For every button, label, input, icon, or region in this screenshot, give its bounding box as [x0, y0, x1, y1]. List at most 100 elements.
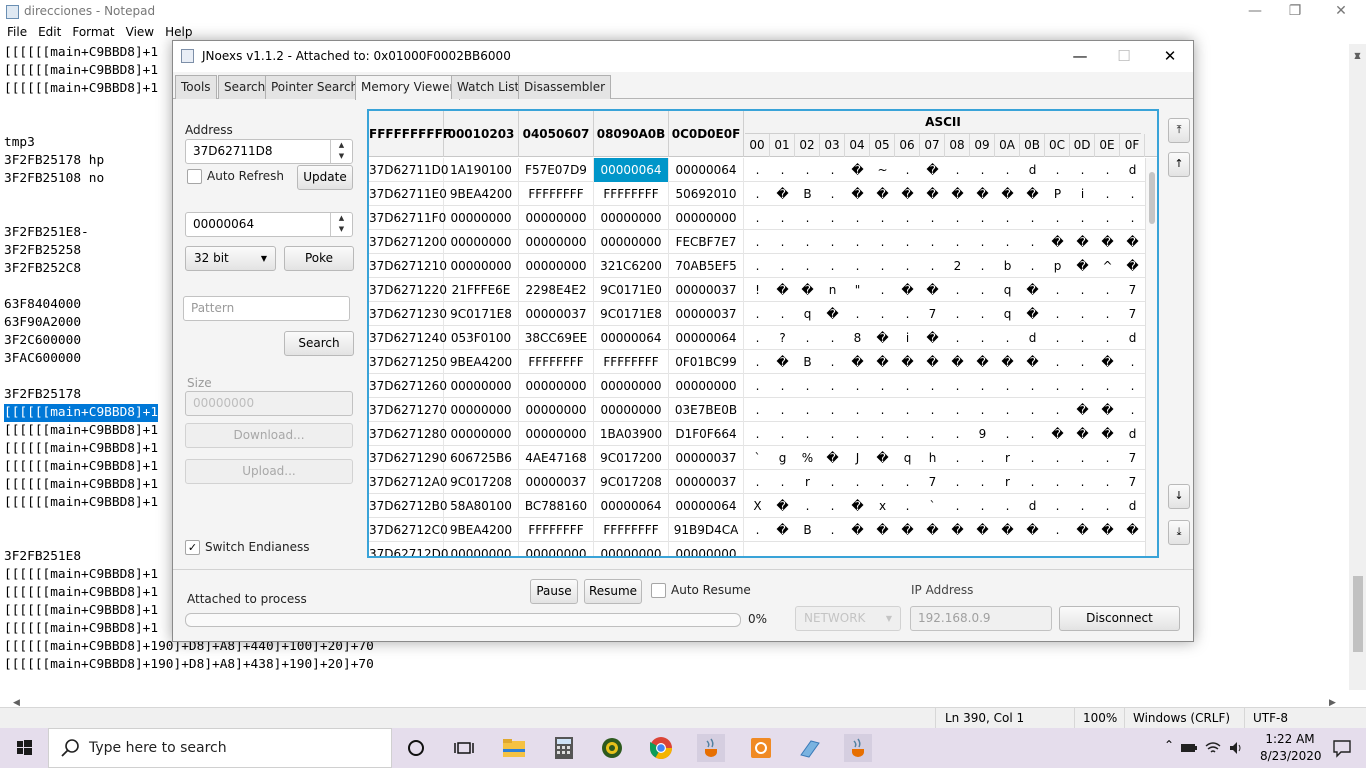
- jnoexs-maximize-button[interactable]: ☐: [1101, 41, 1147, 72]
- hex-cell[interactable]: 1A190100: [444, 158, 519, 182]
- page-up-button[interactable]: ↑: [1168, 152, 1190, 177]
- hex-cell[interactable]: 00000037: [669, 446, 744, 470]
- hex-cell[interactable]: 00000000: [519, 398, 594, 422]
- hex-cell[interactable]: D1F0F664: [669, 422, 744, 446]
- task-view-icon[interactable]: [450, 734, 478, 762]
- update-button[interactable]: Update: [297, 165, 353, 190]
- hex-cell[interactable]: FFFFFFFF: [594, 518, 669, 542]
- hex-cell[interactable]: 00000037: [669, 302, 744, 326]
- hex-cell[interactable]: 00000000: [519, 422, 594, 446]
- hex-cell[interactable]: 321C6200: [594, 254, 669, 278]
- clock[interactable]: 1:22 AM 8/23/2020: [1260, 731, 1322, 765]
- row-address[interactable]: 37D6271280: [369, 422, 447, 446]
- hex-cell[interactable]: 0F01BC99: [669, 350, 744, 374]
- disconnect-button[interactable]: Disconnect: [1059, 606, 1180, 631]
- hex-cell[interactable]: 00000037: [519, 470, 594, 494]
- switch-endianess-checkbox[interactable]: ✓: [185, 540, 200, 555]
- notifications-icon[interactable]: [1332, 738, 1352, 758]
- network-select[interactable]: NETWORK ▼: [795, 606, 901, 631]
- hex-cell[interactable]: 053F0100: [444, 326, 519, 350]
- hex-cell[interactable]: F57E07D9: [519, 158, 594, 182]
- jnoexs-minimize-button[interactable]: —: [1057, 41, 1103, 72]
- hex-cell[interactable]: 00000000: [444, 422, 519, 446]
- menu-help[interactable]: Help: [158, 24, 196, 39]
- hex-cell[interactable]: 00000000: [444, 374, 519, 398]
- hex-cell[interactable]: 00000000: [444, 398, 519, 422]
- row-address[interactable]: 37D62712C0: [369, 518, 448, 542]
- search-button[interactable]: Search: [284, 331, 354, 356]
- tab-memory-viewer[interactable]: Memory Viewer: [355, 75, 461, 100]
- row-address[interactable]: 37D6271230: [369, 302, 447, 326]
- hex-cell[interactable]: BC788160: [519, 494, 594, 518]
- hex-cell[interactable]: 50692010: [669, 182, 744, 206]
- row-address[interactable]: 37D62712A0: [369, 470, 448, 494]
- pattern-input[interactable]: Pattern: [183, 296, 350, 321]
- hex-cell[interactable]: 00000064: [669, 158, 744, 182]
- hex-cell[interactable]: 00000000: [444, 254, 519, 278]
- menu-view[interactable]: View: [119, 24, 158, 39]
- hex-cell[interactable]: 1BA03900: [594, 422, 669, 446]
- chrome-icon[interactable]: [647, 734, 675, 762]
- wifi-icon[interactable]: [1204, 740, 1222, 756]
- hex-cell[interactable]: 00000037: [669, 470, 744, 494]
- scroll-down-icon[interactable]: ▼: [1349, 44, 1366, 68]
- grid-scroll-thumb[interactable]: [1149, 172, 1155, 224]
- close-button[interactable]: ✕: [1318, 0, 1364, 24]
- poke-button[interactable]: Poke: [284, 246, 354, 271]
- hex-cell[interactable]: 70AB5EF5: [669, 254, 744, 278]
- hex-cell[interactable]: 00000000: [444, 542, 519, 556]
- menu-file[interactable]: File: [0, 24, 31, 39]
- tab-tools[interactable]: Tools: [175, 75, 217, 99]
- tab-watch-list[interactable]: Watch List: [451, 75, 526, 99]
- jnoexs-close-button[interactable]: ✕: [1147, 41, 1193, 72]
- volume-icon[interactable]: [1228, 740, 1244, 756]
- download-button[interactable]: Download...: [185, 423, 353, 448]
- hex-cell[interactable]: 9C017208: [444, 470, 519, 494]
- horizontal-scrollbar[interactable]: ◀ ▶: [0, 690, 1349, 708]
- scroll-to-top-button[interactable]: ⤒: [1168, 118, 1190, 143]
- row-address[interactable]: 37D6271240: [369, 326, 447, 350]
- row-address[interactable]: 37D62712D0: [369, 542, 449, 556]
- hex-cell[interactable]: 00000000: [444, 206, 519, 230]
- row-address[interactable]: 37D6271290: [369, 446, 447, 470]
- pdf-app-icon[interactable]: [747, 734, 775, 762]
- hex-cell[interactable]: 9C0171E8: [444, 302, 519, 326]
- hex-cell[interactable]: 00000000: [519, 542, 594, 556]
- app-globe-icon[interactable]: [598, 734, 626, 762]
- hex-cell[interactable]: 00000064: [594, 158, 669, 182]
- row-address[interactable]: 37D6271210: [369, 254, 447, 278]
- hex-cell[interactable]: 00000000: [519, 374, 594, 398]
- row-address[interactable]: 37D62711F0: [369, 206, 446, 230]
- hex-cell[interactable]: 00000000: [669, 542, 744, 556]
- hex-cell[interactable]: 00000000: [594, 230, 669, 254]
- hex-cell[interactable]: FECBF7E7: [669, 230, 744, 254]
- hex-cell[interactable]: 00000000: [519, 254, 594, 278]
- hex-cell[interactable]: 00000000: [594, 398, 669, 422]
- menu-edit[interactable]: Edit: [31, 24, 65, 39]
- java-icon-2[interactable]: [844, 734, 872, 762]
- hex-cell[interactable]: 03E7BE0B: [669, 398, 744, 422]
- vertical-scrollbar[interactable]: ▲ ▼: [1349, 44, 1366, 690]
- auto-resume-checkbox[interactable]: [651, 583, 666, 598]
- hex-cell[interactable]: FFFFFFFF: [594, 350, 669, 374]
- hex-cell[interactable]: 00000064: [669, 494, 744, 518]
- hex-cell[interactable]: 00000064: [594, 326, 669, 350]
- size-input[interactable]: 00000000: [185, 391, 353, 416]
- pause-button[interactable]: Pause: [530, 579, 578, 604]
- hex-cell[interactable]: 91B9D4CA: [669, 518, 744, 542]
- page-down-button[interactable]: ↓: [1168, 484, 1190, 509]
- hex-cell[interactable]: 00000037: [519, 302, 594, 326]
- file-explorer-icon[interactable]: [500, 734, 528, 762]
- row-address[interactable]: 37D6271200: [369, 230, 447, 254]
- hex-cell[interactable]: 00000064: [594, 494, 669, 518]
- hex-cell[interactable]: 21FFFE6E: [444, 278, 519, 302]
- hex-cell[interactable]: 38CC69EE: [519, 326, 594, 350]
- tab-search[interactable]: Search: [218, 75, 272, 99]
- row-address[interactable]: 37D62712B0: [369, 494, 448, 518]
- maximize-button[interactable]: ❐: [1272, 0, 1318, 24]
- hex-cell[interactable]: 9C017208: [594, 470, 669, 494]
- tab-pointer-search[interactable]: Pointer Search: [265, 75, 365, 99]
- calculator-icon[interactable]: [550, 734, 578, 762]
- memory-grid[interactable]: FFFFFFFFFF 00010203 04050607 08090A0B 0C…: [367, 109, 1159, 558]
- menu-format[interactable]: Format: [65, 24, 118, 39]
